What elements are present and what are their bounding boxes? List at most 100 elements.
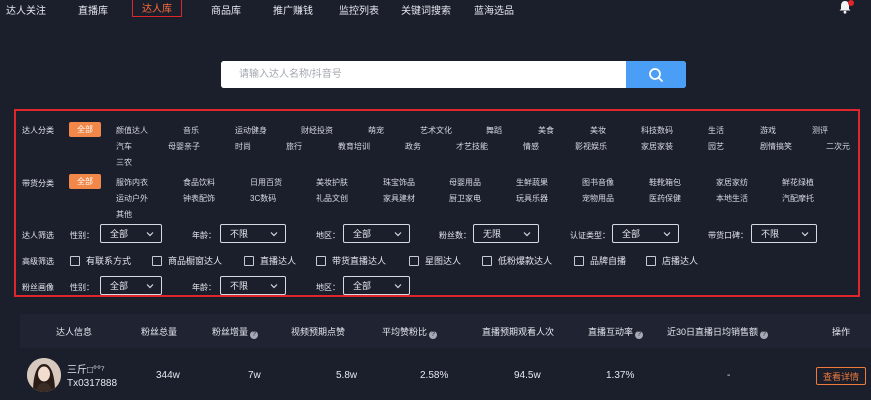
reputation-select[interactable]: 不限 xyxy=(751,224,817,243)
category-tag[interactable]: 二次元 xyxy=(826,141,850,152)
adv-checkbox-store-live[interactable]: 店播达人 xyxy=(646,254,698,267)
goods-tag[interactable]: 美妆护肤 xyxy=(316,177,348,188)
category-tag[interactable]: 艺术文化 xyxy=(420,125,452,136)
nav-item-promote-earn[interactable]: 推广赚钱 xyxy=(273,2,313,17)
category-tag[interactable]: 财经投资 xyxy=(301,125,333,136)
category-tag[interactable]: 测评 xyxy=(812,125,828,136)
adv-checkbox-low-fans[interactable]: 低粉爆款达人 xyxy=(482,254,552,267)
category-all-chip[interactable]: 全部 xyxy=(69,122,101,137)
category-tag[interactable]: 教育培训 xyxy=(338,141,370,152)
avatar[interactable] xyxy=(27,358,61,392)
adv-checkbox-brand-self[interactable]: 品牌自播 xyxy=(574,254,626,267)
goods-tag[interactable]: 食品饮料 xyxy=(183,177,215,188)
col-live-interaction[interactable]: 直播互动率? xyxy=(588,325,644,339)
help-icon[interactable]: ? xyxy=(429,331,438,339)
category-tag[interactable]: 才艺技能 xyxy=(456,141,488,152)
checkbox[interactable] xyxy=(316,255,326,266)
category-tag[interactable]: 时尚 xyxy=(235,141,251,152)
goods-tag[interactable]: 礼品文创 xyxy=(316,193,348,204)
checkbox[interactable] xyxy=(646,255,656,266)
portrait-gender-select[interactable]: 全部 xyxy=(100,276,162,295)
nav-item-keyword-search[interactable]: 关键词搜索 xyxy=(401,2,451,17)
nav-item-influencer-library[interactable]: 达人库 xyxy=(132,0,182,17)
goods-all-chip[interactable]: 全部 xyxy=(69,174,101,189)
goods-tag[interactable]: 鲜花绿植 xyxy=(782,177,814,188)
col-live-views[interactable]: 直播预期观看人次 xyxy=(482,325,554,338)
nav-item-follow[interactable]: 达人关注 xyxy=(6,2,46,17)
help-icon[interactable]: ? xyxy=(760,331,769,339)
category-tag[interactable]: 旅行 xyxy=(286,141,302,152)
nav-item-monitor-list[interactable]: 监控列表 xyxy=(339,2,379,17)
goods-tag[interactable]: 运动户外 xyxy=(116,193,148,204)
search-input[interactable] xyxy=(221,61,626,88)
goods-tag[interactable]: 玩具乐器 xyxy=(516,193,548,204)
category-tag[interactable]: 园艺 xyxy=(708,141,724,152)
cert-type-select[interactable]: 全部 xyxy=(612,224,679,243)
goods-tag[interactable]: 钟表配饰 xyxy=(183,193,215,204)
category-tag[interactable]: 美妆 xyxy=(590,125,606,136)
checkbox[interactable] xyxy=(574,255,584,266)
region-select[interactable]: 全部 xyxy=(343,224,410,243)
category-tag[interactable]: 音乐 xyxy=(183,125,199,136)
checkbox[interactable] xyxy=(482,255,492,266)
category-tag[interactable]: 萌宠 xyxy=(368,125,384,136)
goods-tag[interactable]: 生鲜蔬果 xyxy=(516,177,548,188)
nav-item-product-library[interactable]: 商品库 xyxy=(211,2,241,17)
category-tag[interactable]: 颜值达人 xyxy=(116,125,148,136)
goods-tag[interactable]: 图书音像 xyxy=(582,177,614,188)
goods-tag[interactable]: 服饰内衣 xyxy=(116,177,148,188)
influencer-name[interactable]: 三斤□°°⁷ xyxy=(67,361,105,376)
nav-item-blue-ocean[interactable]: 蓝海选品 xyxy=(474,2,514,17)
checkbox[interactable] xyxy=(152,255,162,266)
category-tag[interactable]: 美食 xyxy=(538,125,554,136)
category-tag[interactable]: 游戏 xyxy=(760,125,776,136)
col-video-likes[interactable]: 视频预期点赞 xyxy=(291,325,345,338)
checkbox[interactable] xyxy=(244,255,254,266)
category-tag[interactable]: 运动健身 xyxy=(235,125,267,136)
category-tag[interactable]: 情感 xyxy=(523,141,539,152)
portrait-region-select[interactable]: 全部 xyxy=(343,276,410,295)
search-button[interactable] xyxy=(626,61,686,88)
col-live-sales[interactable]: 近30日直播日均销售额? xyxy=(667,325,769,339)
goods-tag[interactable]: 宠物用品 xyxy=(582,193,614,204)
adv-checkbox-live[interactable]: 直播达人 xyxy=(244,254,296,267)
category-tag[interactable]: 生活 xyxy=(708,125,724,136)
checkbox[interactable] xyxy=(70,255,80,266)
view-details-button[interactable]: 查看详情 xyxy=(816,367,866,385)
checkbox[interactable] xyxy=(409,255,419,266)
goods-tag[interactable]: 珠宝饰品 xyxy=(383,177,415,188)
portrait-age-select[interactable]: 不限 xyxy=(220,276,286,295)
category-tag[interactable]: 剧情搞笑 xyxy=(760,141,792,152)
goods-tag[interactable]: 家具建材 xyxy=(383,193,415,204)
adv-checkbox-sales-live[interactable]: 带货直播达人 xyxy=(316,254,386,267)
goods-tag[interactable]: 母婴用品 xyxy=(449,177,481,188)
col-fans-total[interactable]: 粉丝总量 xyxy=(141,325,177,338)
adv-checkbox-xingtu[interactable]: 星图达人 xyxy=(409,254,461,267)
category-tag[interactable]: 舞蹈 xyxy=(486,125,502,136)
category-tag[interactable]: 三农 xyxy=(116,157,132,168)
col-fans-growth[interactable]: 粉丝增量? xyxy=(212,325,259,339)
goods-tag[interactable]: 家居家纺 xyxy=(716,177,748,188)
category-tag[interactable]: 政务 xyxy=(405,141,421,152)
goods-tag[interactable]: 其他 xyxy=(116,209,132,220)
col-like-fan-ratio[interactable]: 平均赞粉比? xyxy=(382,325,438,339)
adv-checkbox-contact[interactable]: 有联系方式 xyxy=(70,254,131,267)
goods-tag[interactable]: 厨卫家电 xyxy=(449,193,481,204)
category-tag[interactable]: 影视娱乐 xyxy=(575,141,607,152)
nav-item-live-library[interactable]: 直播库 xyxy=(78,2,108,17)
category-tag[interactable]: 汽车 xyxy=(116,141,132,152)
goods-tag[interactable]: 鞋靴箱包 xyxy=(649,177,681,188)
goods-tag[interactable]: 日用百货 xyxy=(250,177,282,188)
help-icon[interactable]: ? xyxy=(250,331,259,339)
goods-tag[interactable]: 医药保健 xyxy=(649,193,681,204)
goods-tag[interactable]: 3C数码 xyxy=(250,193,276,204)
category-tag[interactable]: 家居家装 xyxy=(641,141,673,152)
table-row[interactable]: 三斤□°°⁷ Tx0317888 344w 7w 5.8w 2.58% 94.5… xyxy=(20,353,871,400)
help-icon[interactable]: ? xyxy=(635,331,644,339)
age-select[interactable]: 不限 xyxy=(220,224,286,243)
fans-count-select[interactable]: 无限 xyxy=(473,224,539,243)
adv-checkbox-showcase[interactable]: 商品橱窗达人 xyxy=(152,254,222,267)
gender-select[interactable]: 全部 xyxy=(100,224,162,243)
goods-tag[interactable]: 汽配摩托 xyxy=(782,193,814,204)
category-tag[interactable]: 科技数码 xyxy=(641,125,673,136)
